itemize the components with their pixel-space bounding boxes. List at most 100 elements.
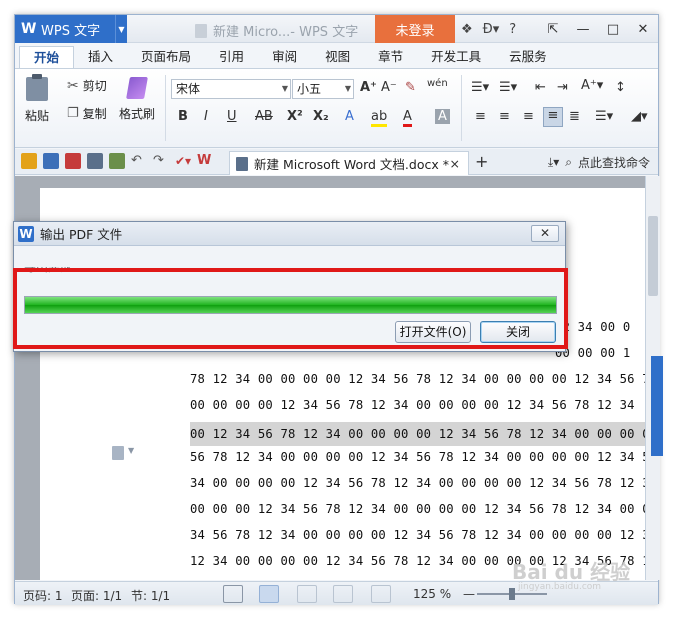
tab-section[interactable]: 章节 <box>364 46 417 68</box>
text-line: 34 00 00 00 00 12 34 56 78 12 34 00 00 0… <box>190 476 645 490</box>
full-screen-icon[interactable] <box>223 585 243 603</box>
text-direction-icon[interactable]: A⁺▾ <box>581 78 603 93</box>
help-button[interactable]: ? <box>509 22 516 37</box>
shrink-font-button[interactable]: A⁻ <box>381 80 397 95</box>
page-count: 页面: 1/1 <box>71 589 123 603</box>
align-right-icon[interactable]: ≡ <box>523 109 534 124</box>
web-view-icon[interactable] <box>333 585 353 603</box>
feedback-icon[interactable]: Ð▾ <box>483 22 500 37</box>
zoom-out-icon[interactable]: — <box>463 587 475 601</box>
bold-button[interactable]: B <box>178 109 188 124</box>
font-color-button[interactable]: A <box>403 109 412 127</box>
distribute-icon[interactable]: ≣ <box>569 109 580 124</box>
tab-insert[interactable]: 插入 <box>74 46 127 68</box>
minimize-button[interactable]: — <box>568 22 598 37</box>
print-preview-icon[interactable] <box>109 153 125 169</box>
chevron-down-icon: ▼ <box>344 84 351 93</box>
tab-cloud[interactable]: 云服务 <box>495 46 561 68</box>
copy-button[interactable]: ❐ 复制 <box>67 105 107 122</box>
italic-button[interactable]: I <box>204 109 208 124</box>
scrollbar-thumb[interactable] <box>648 216 658 296</box>
eye-protect-icon[interactable] <box>371 585 391 603</box>
paragraph-icon[interactable] <box>112 446 124 460</box>
grow-font-button[interactable]: A⁺ <box>360 80 377 95</box>
strikethrough-button[interactable]: AB <box>255 109 273 124</box>
char-shading-icon[interactable]: A <box>435 109 450 124</box>
restore-icon[interactable]: ⇱ <box>538 22 568 37</box>
open-folder-icon[interactable] <box>21 153 37 169</box>
font-size-select[interactable]: 小五 ▼ <box>292 79 354 99</box>
chevron-down-icon[interactable]: ▼ <box>115 15 127 43</box>
print-icon[interactable] <box>87 153 103 169</box>
customize-icon[interactable]: ✔▾ <box>175 153 191 169</box>
font-name-select[interactable]: 宋体 ▼ <box>171 79 291 99</box>
text-line: 78 12 34 00 00 00 00 12 34 56 78 12 34 0… <box>190 372 645 386</box>
underline-button[interactable]: U <box>227 109 237 124</box>
superscript-button[interactable]: X² <box>287 109 303 124</box>
subscript-button[interactable]: X₂ <box>313 109 329 124</box>
maximize-button[interactable]: □ <box>598 22 628 37</box>
menu-tabs: 开始 插入 页面布局 引用 审阅 视图 章节 开发工具 云服务 <box>15 44 658 68</box>
zoom-slider[interactable] <box>477 588 547 600</box>
new-tab-button[interactable]: + <box>475 152 488 171</box>
tab-view[interactable]: 视图 <box>311 46 364 68</box>
text-effect-icon[interactable]: A <box>345 109 354 124</box>
increase-indent-icon[interactable]: ⇥ <box>557 80 568 95</box>
text-line: 56 78 12 34 00 00 00 00 12 34 56 78 12 3… <box>190 450 645 464</box>
paste-button[interactable]: 粘贴 <box>25 74 49 124</box>
title-bar: W WPS 文字 ▼ 新建 Micro...- WPS 文字 未登录 ❖ Ð▾ … <box>15 15 658 43</box>
save-icon[interactable] <box>43 153 59 169</box>
watermark-url: jingyan.baidu.com <box>518 582 602 592</box>
dialog-close-button[interactable]: ✕ <box>531 225 559 242</box>
ribbon-divider <box>461 75 462 141</box>
redo-icon[interactable]: ↷ <box>153 153 169 169</box>
line-spacing-icon[interactable]: ☰▾ <box>595 109 613 124</box>
section-info: 节: 1/1 <box>131 589 171 603</box>
ribbon: 粘贴 ✂ 剪切 ❐ 复制 格式刷 宋体 ▼ 小五 ▼ A⁺ A⁻ ✎ wén B… <box>15 68 658 148</box>
find-command-box[interactable]: ⤓▾ ⌕ 点此查找命令 <box>548 154 650 171</box>
sort-icon[interactable]: ↕ <box>615 80 626 95</box>
window-title: 新建 Micro...- WPS 文字 <box>195 21 358 40</box>
numbered-list-icon[interactable]: ☰▾ <box>499 80 517 95</box>
wps-home-icon[interactable]: W <box>197 153 213 169</box>
cut-button[interactable]: ✂ 剪切 <box>67 77 107 94</box>
ribbon-divider <box>165 75 166 141</box>
page-view-icon[interactable] <box>259 585 279 603</box>
vertical-scrollbar[interactable] <box>645 176 663 580</box>
zoom-level[interactable]: 125 % <box>413 587 451 601</box>
watermark-text: Bai du 经验 <box>512 560 631 584</box>
tab-home[interactable]: 开始 <box>19 46 75 68</box>
close-tab-icon[interactable]: × <box>450 156 460 171</box>
pin-icon[interactable]: ⤓▾ <box>548 155 559 170</box>
format-painter-button[interactable]: 格式刷 <box>119 77 155 122</box>
cut-label: 剪切 <box>82 79 107 93</box>
login-button[interactable]: 未登录 <box>375 15 455 43</box>
align-left-icon[interactable]: ≡ <box>475 109 486 124</box>
brush-icon <box>126 77 148 99</box>
chevron-down-icon[interactable]: ▼ <box>128 446 134 455</box>
window-title-text: 新建 Micro...- WPS 文字 <box>213 25 359 40</box>
quick-access-bar: ↶ ↷ ✔▾ W 新建 Microsoft Word 文档.docx * × +… <box>15 149 658 175</box>
wps-logo-icon: W <box>18 225 34 242</box>
export-pdf-icon[interactable] <box>65 153 81 169</box>
close-button[interactable]: ✕ <box>628 22 658 37</box>
copy-icon: ❐ <box>67 106 79 121</box>
document-tab[interactable]: 新建 Microsoft Word 文档.docx * × <box>229 151 469 175</box>
tab-page-layout[interactable]: 页面布局 <box>127 46 205 68</box>
skin-icon[interactable]: ❖ <box>461 22 473 37</box>
phonetic-guide-button[interactable]: wén <box>427 78 448 89</box>
tab-review[interactable]: 审阅 <box>258 46 311 68</box>
align-center-icon[interactable]: ≡ <box>499 109 510 124</box>
shading-icon[interactable]: ◢▾ <box>631 109 648 124</box>
undo-icon[interactable]: ↶ <box>131 153 147 169</box>
tab-references[interactable]: 引用 <box>205 46 258 68</box>
outline-view-icon[interactable] <box>297 585 317 603</box>
highlight-icon[interactable]: ab <box>371 109 388 127</box>
side-panel-tab[interactable] <box>651 356 663 456</box>
wps-menu-button[interactable]: W WPS 文字 ▼ <box>15 15 127 43</box>
clear-format-icon[interactable]: ✎ <box>405 80 416 95</box>
tab-developer[interactable]: 开发工具 <box>417 46 495 68</box>
bullet-list-icon[interactable]: ☰▾ <box>471 80 489 95</box>
decrease-indent-icon[interactable]: ⇤ <box>535 80 546 95</box>
justify-icon[interactable]: ≡ <box>543 107 563 127</box>
